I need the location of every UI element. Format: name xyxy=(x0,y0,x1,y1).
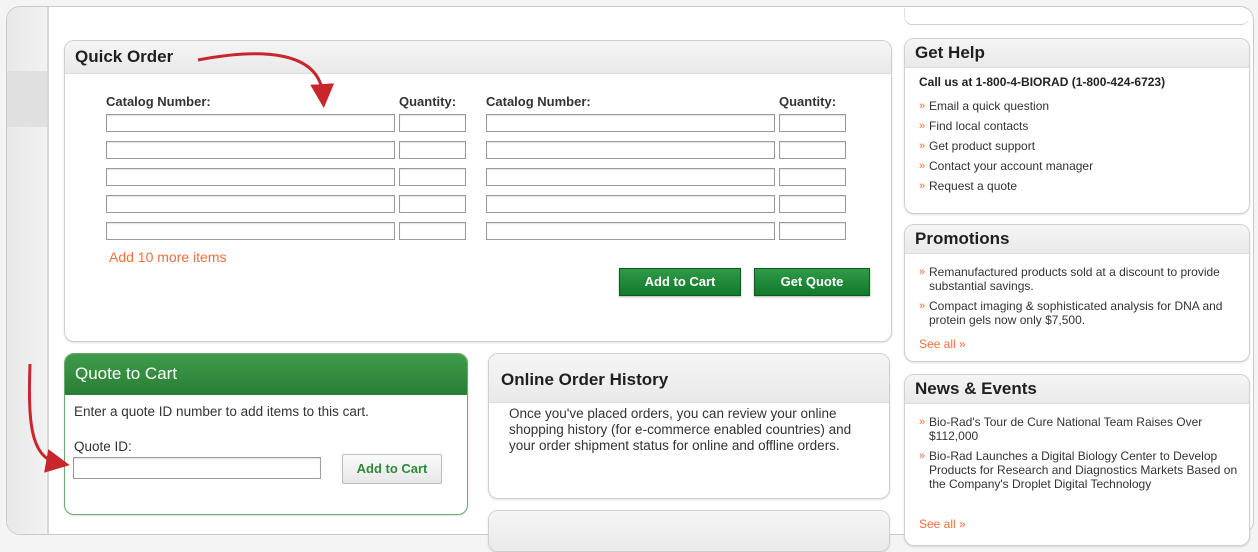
help-link-account-manager[interactable]: Contact your account manager xyxy=(919,159,1244,173)
help-phone-number: Call us at 1-800-4-BIORAD (1-800-424-672… xyxy=(919,75,1166,89)
promotion-item[interactable]: Compact imaging & sophisticated analysis… xyxy=(919,299,1244,327)
quantity-input[interactable] xyxy=(399,141,466,159)
quantity-input[interactable] xyxy=(779,168,846,186)
quote-id-label: Quote ID: xyxy=(74,439,132,454)
quote-to-cart-panel: Quote to Cart Enter a quote ID number to… xyxy=(64,353,468,515)
help-links-list: Email a quick question Find local contac… xyxy=(919,99,1244,199)
quantity-input[interactable] xyxy=(779,141,846,159)
left-sidebar-strip xyxy=(7,7,49,534)
promotions-list: Remanufactured products sold at a discou… xyxy=(919,265,1244,333)
quantity-header-2: Quantity: xyxy=(779,94,837,109)
promotions-panel: Promotions Remanufactured products sold … xyxy=(904,224,1250,362)
get-help-panel: Get Help Call us at 1-800-4-BIORAD (1-80… xyxy=(904,38,1250,214)
catalog-number-input[interactable] xyxy=(106,222,395,240)
catalog-number-input[interactable] xyxy=(106,141,395,159)
news-see-all-link[interactable]: See all » xyxy=(919,517,966,531)
promotions-title: Promotions xyxy=(905,225,1249,254)
quick-order-panel: Quick Order Catalog Number: Quantity: Ca… xyxy=(64,40,892,342)
help-link-request-quote[interactable]: Request a quote xyxy=(919,179,1244,193)
news-list: Bio-Rad's Tour de Cure National Team Rai… xyxy=(919,415,1244,497)
catalog-number-input[interactable] xyxy=(486,114,775,132)
quantity-input[interactable] xyxy=(779,222,846,240)
get-help-title: Get Help xyxy=(905,39,1249,68)
quantity-input[interactable] xyxy=(779,195,846,213)
add-to-cart-button[interactable]: Add to Cart xyxy=(619,268,741,296)
catalog-number-input[interactable] xyxy=(106,114,395,132)
catalog-number-input[interactable] xyxy=(106,195,395,213)
quote-to-cart-title: Quote to Cart xyxy=(65,354,467,395)
online-order-history-title: Online Order History xyxy=(489,354,889,403)
top-right-panel-stub xyxy=(904,8,1249,25)
catalog-number-input[interactable] xyxy=(486,168,775,186)
lower-panel-stub xyxy=(488,510,890,552)
get-quote-button[interactable]: Get Quote xyxy=(754,268,870,296)
news-item[interactable]: Bio-Rad Launches a Digital Biology Cente… xyxy=(919,449,1244,491)
help-link-product-support[interactable]: Get product support xyxy=(919,139,1244,153)
online-order-history-description: Once you've placed orders, you can revie… xyxy=(509,406,852,453)
catalog-number-input[interactable] xyxy=(106,168,395,186)
quick-order-title: Quick Order xyxy=(65,41,891,74)
quantity-input[interactable] xyxy=(399,114,466,132)
news-item[interactable]: Bio-Rad's Tour de Cure National Team Rai… xyxy=(919,415,1244,443)
catalog-number-input[interactable] xyxy=(486,222,775,240)
news-events-panel: News & Events Bio-Rad's Tour de Cure Nat… xyxy=(904,374,1250,546)
online-order-history-panel: Online Order History Once you've placed … xyxy=(488,353,890,499)
quote-to-cart-description: Enter a quote ID number to add items to … xyxy=(74,404,369,419)
help-link-email-question[interactable]: Email a quick question xyxy=(919,99,1244,113)
quantity-input[interactable] xyxy=(779,114,846,132)
promotions-see-all-link[interactable]: See all » xyxy=(919,337,966,351)
quantity-input[interactable] xyxy=(399,195,466,213)
catalog-number-input[interactable] xyxy=(486,195,775,213)
quantity-input[interactable] xyxy=(399,222,466,240)
catalog-number-header-1: Catalog Number: xyxy=(106,94,211,109)
catalog-number-input[interactable] xyxy=(486,141,775,159)
quantity-input[interactable] xyxy=(399,168,466,186)
news-events-title: News & Events xyxy=(905,375,1249,404)
promotion-item[interactable]: Remanufactured products sold at a discou… xyxy=(919,265,1244,293)
quote-id-input[interactable] xyxy=(73,457,321,479)
catalog-number-header-2: Catalog Number: xyxy=(486,94,591,109)
quantity-header-1: Quantity: xyxy=(399,94,457,109)
quote-add-to-cart-button[interactable]: Add to Cart xyxy=(342,454,442,484)
help-link-find-contacts[interactable]: Find local contacts xyxy=(919,119,1244,133)
add-10-more-items-link[interactable]: Add 10 more items xyxy=(109,249,227,265)
